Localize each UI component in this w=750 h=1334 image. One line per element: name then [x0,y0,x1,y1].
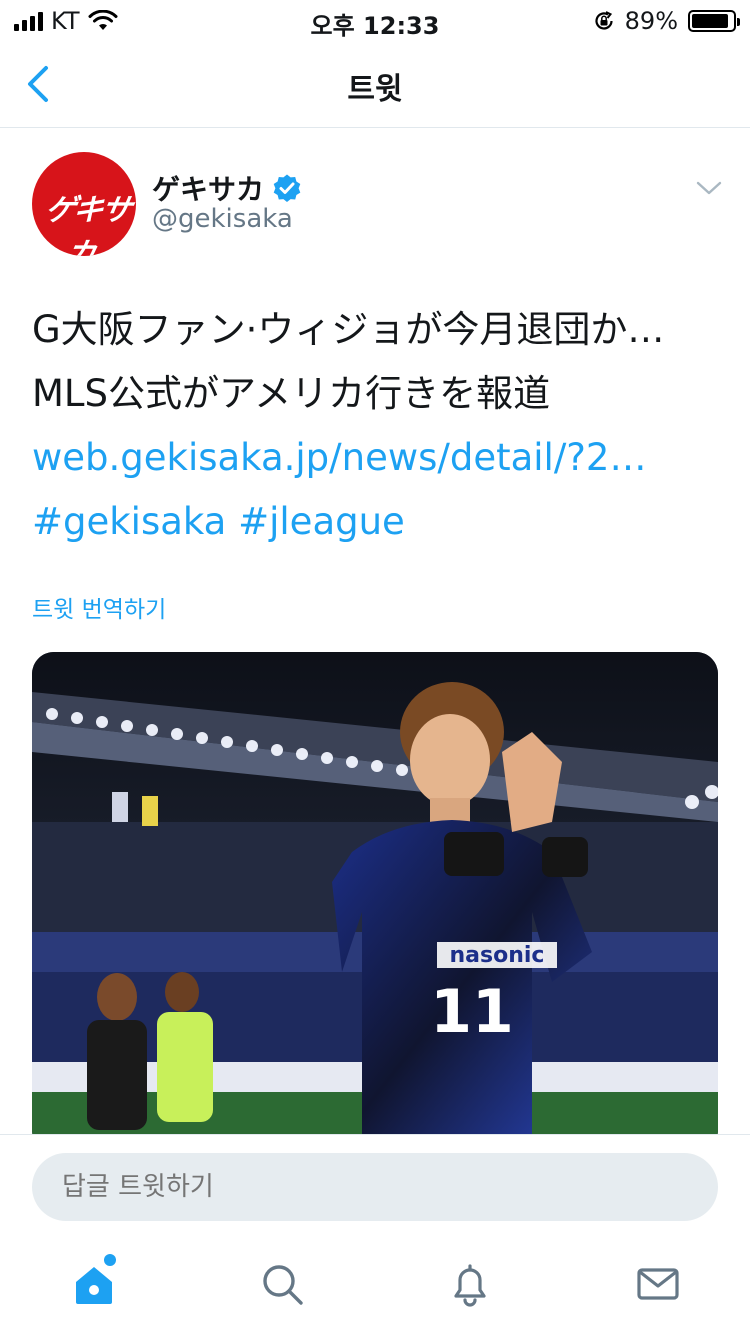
author-name[interactable]: ゲキサカ [152,168,264,208]
notification-dot [104,1254,116,1266]
status-right: 89% [593,7,740,35]
home-icon [76,1267,112,1304]
page-title: 트윗 [347,72,403,107]
rotation-lock-icon [595,11,613,30]
avatar-logo-text: ゲキサカ [42,193,133,256]
tweet-text: G大阪ファン·ウィジョが今月退団か… MLS公式がアメリカ行きを報道 web.g… [32,298,722,554]
stadium-photo: nasonic 11 [32,652,718,1152]
envelope-icon [637,1268,679,1300]
tab-search[interactable] [258,1260,306,1308]
verified-badge-icon [273,174,301,202]
author-name-row[interactable]: ゲキサカ [152,168,302,208]
chevron-down-icon[interactable] [692,176,726,200]
tweet-link[interactable]: web.gekisaka.jp/news/detail/?2… [32,426,722,490]
search-icon [263,1265,303,1305]
tweet-hashtags[interactable]: #gekisaka #jleague [32,490,722,554]
tab-messages[interactable] [634,1260,682,1308]
tweet-text-line: G大阪ファン·ウィジョが今月退団か… [32,308,665,351]
battery-icon [688,10,740,32]
battery-percent: 89% [624,7,678,35]
reply-bar [0,1134,750,1234]
tab-home[interactable] [70,1254,118,1308]
tab-notifications[interactable] [446,1260,494,1308]
svg-text:11: 11 [430,977,514,1047]
svg-text:nasonic: nasonic [450,943,545,968]
reply-input[interactable] [32,1153,718,1221]
translate-tweet-link[interactable]: 트윗 번역하기 [32,590,166,624]
tweet-photo[interactable]: nasonic 11 [32,652,718,1152]
author-handle[interactable]: @gekisaka [152,204,293,234]
bell-icon [454,1264,486,1307]
tab-bar [0,1238,750,1334]
tweet-text-line: MLS公式がアメリカ行きを報道 [32,372,551,415]
avatar[interactable]: ゲキサカ [32,152,136,256]
battery-fill [692,14,728,28]
nav-bar: 트윗 [0,40,750,128]
status-bar: KT 오후 12:33 89% [0,0,750,40]
